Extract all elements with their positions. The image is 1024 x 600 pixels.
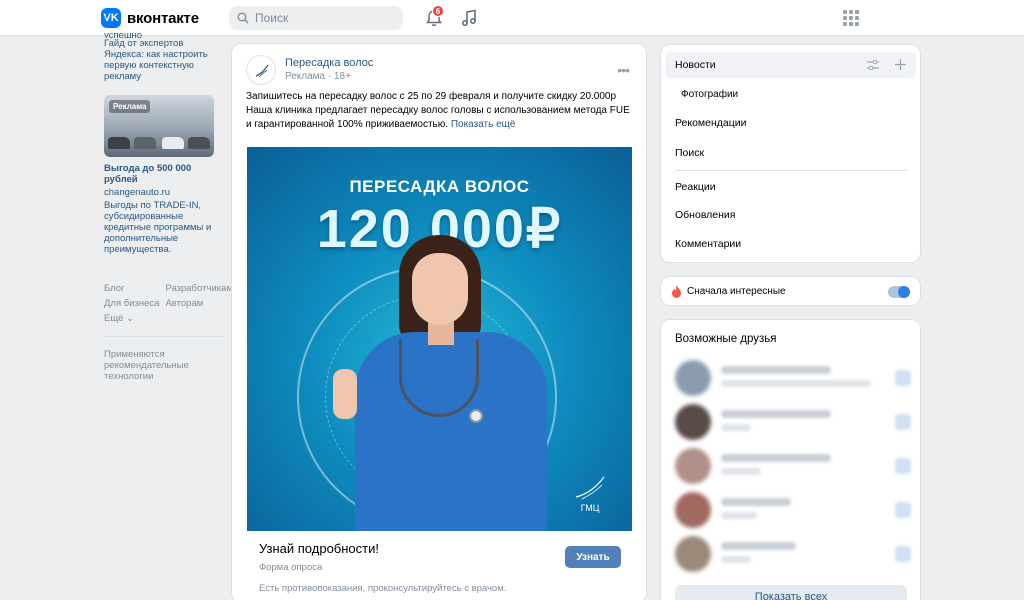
- friend-info-blurred: [721, 512, 757, 519]
- more-options-icon[interactable]: •••: [617, 62, 630, 78]
- doctor-face: [412, 253, 468, 325]
- clinic-logo: ГМЦ: [570, 475, 610, 513]
- avatar[interactable]: [675, 492, 711, 528]
- search-box[interactable]: [229, 6, 403, 30]
- friend-name-blurred: [721, 366, 831, 374]
- avatar[interactable]: [675, 448, 711, 484]
- show-all-button[interactable]: Показать всех: [675, 585, 907, 600]
- menu-divider: [675, 170, 907, 171]
- friend-suggestion[interactable]: [675, 358, 911, 398]
- promo-link-line[interactable]: первую контекстную: [104, 60, 224, 71]
- car-image: [188, 137, 210, 149]
- stethoscope: [399, 339, 479, 417]
- avatar[interactable]: [675, 360, 711, 396]
- filter-settings-icon[interactable]: [867, 59, 879, 73]
- car-image: [108, 137, 130, 149]
- vk-logo-text: вконтакте: [127, 9, 199, 27]
- search-input[interactable]: [255, 11, 385, 25]
- menu-item-search[interactable]: Поиск: [675, 147, 704, 159]
- learn-more-button[interactable]: Узнать: [565, 546, 621, 568]
- friend-suggestion[interactable]: [675, 490, 911, 530]
- friend-info-blurred: [721, 468, 761, 475]
- ad-title[interactable]: Выгода до 500 000 рублей: [104, 163, 224, 185]
- footer-links: Блог Разработчикам Для бизнеса Авторам Е…: [104, 283, 233, 324]
- image-title: ПЕРЕСАДКА ВОЛОС: [349, 177, 530, 196]
- promo-link-line[interactable]: Яндекса: как настроить: [104, 49, 224, 60]
- friend-suggestion[interactable]: [675, 446, 911, 486]
- footer-link-business[interactable]: Для бизнеса: [104, 298, 159, 309]
- menu-item-reactions[interactable]: Реакции: [675, 181, 716, 193]
- post-author-name[interactable]: Пересадка волос: [285, 57, 373, 69]
- vk-logo-icon: VK: [101, 8, 121, 28]
- friend-info-blurred: [721, 424, 751, 431]
- fire-icon: [672, 285, 681, 298]
- add-icon[interactable]: [895, 59, 906, 73]
- post-image[interactable]: ПЕРЕСАДКА ВОЛОС 120 000₽ ГМЦ: [247, 147, 632, 531]
- ad-image[interactable]: Реклама: [104, 95, 214, 157]
- post-body: Запишитесь на пересадку волос с 25 по 29…: [246, 91, 630, 130]
- friend-suggestion[interactable]: [675, 402, 911, 442]
- post-meta: Реклама · 18+: [285, 71, 351, 82]
- feed-menu: Новости Фотографии Рекомендации Поиск Ре…: [660, 44, 921, 263]
- menu-item-recommendations[interactable]: Рекомендации: [675, 117, 747, 129]
- divider: [104, 336, 224, 337]
- add-friend-icon[interactable]: [895, 502, 911, 518]
- friend-info-blurred: [721, 556, 751, 563]
- post-text: Запишитесь на пересадку волос с 25 по 29…: [246, 90, 638, 132]
- footer-link-more[interactable]: Ещё ⌄: [104, 313, 159, 324]
- menu-item-news[interactable]: Новости: [675, 59, 716, 71]
- friend-name-blurred: [721, 542, 796, 550]
- avatar[interactable]: [675, 536, 711, 572]
- stethoscope-head: [469, 409, 483, 423]
- disclaimer-note: Есть противопоказания, проконсультируйте…: [259, 583, 507, 594]
- ad-domain[interactable]: changenauto.ru: [104, 187, 224, 198]
- interesting-first-toggle-panel: Сначала интересные: [660, 276, 921, 306]
- menu-item-photos[interactable]: Фотографии: [681, 89, 738, 100]
- interesting-first-label: Сначала интересные: [687, 286, 786, 297]
- toggle-knob: [898, 286, 910, 298]
- friend-info-blurred: [721, 380, 871, 387]
- footer-link-developers[interactable]: Разработчикам: [165, 283, 232, 294]
- friend-name-blurred: [721, 410, 831, 418]
- promo-link-line[interactable]: Гайд от экспертов: [104, 38, 224, 49]
- promo-link-line[interactable]: рекламу: [104, 71, 224, 82]
- cta-title: Узнай подробности!: [259, 541, 379, 556]
- add-friend-icon[interactable]: [895, 458, 911, 474]
- search-icon: [237, 12, 249, 24]
- menu-item-comments[interactable]: Комментарии: [675, 238, 741, 250]
- cta-subtitle: Форма опроса: [259, 562, 323, 573]
- left-column: успешно Гайд от экспертов Яндекса: как н…: [104, 30, 233, 382]
- possible-friends-panel: Возможные друзья Показать всех: [660, 319, 921, 600]
- add-friend-icon[interactable]: [895, 370, 911, 386]
- menu-actions: [867, 59, 906, 73]
- ad-post: Пересадка волос Реклама · 18+ ••• Запиши…: [231, 43, 647, 600]
- friend-name-blurred: [721, 454, 831, 462]
- promo-link-tail[interactable]: успешно: [104, 30, 224, 38]
- footer-link-blog[interactable]: Блог: [104, 283, 159, 294]
- recommendation-note: Применяются рекомендательные технологии: [104, 349, 189, 382]
- add-friend-icon[interactable]: [895, 546, 911, 562]
- car-image: [134, 137, 156, 149]
- car-image: [162, 137, 184, 149]
- footer-link-authors[interactable]: Авторам: [165, 298, 232, 309]
- interesting-first-toggle[interactable]: [888, 286, 910, 298]
- menu-item-updates[interactable]: Обновления: [675, 209, 735, 221]
- notifications-badge: 6: [432, 5, 444, 17]
- friend-suggestion[interactable]: [675, 534, 911, 574]
- post-author-avatar[interactable]: [246, 55, 276, 85]
- music-icon[interactable]: [459, 8, 479, 28]
- friend-name-blurred: [721, 498, 791, 506]
- ad-tag: Реклама: [109, 100, 151, 113]
- vk-logo[interactable]: VK вконтакте: [101, 8, 199, 28]
- avatar[interactable]: [675, 404, 711, 440]
- apps-grid-icon[interactable]: [841, 8, 861, 28]
- show-more-link[interactable]: Показать ещё: [451, 119, 516, 130]
- add-friend-icon[interactable]: [895, 414, 911, 430]
- ad-description[interactable]: Выгоды по TRADE-IN, субсидированные кред…: [104, 200, 224, 255]
- thumbs-up-hand: [333, 369, 357, 419]
- clinic-logo-text: ГМЦ: [580, 503, 600, 513]
- possible-friends-title: Возможные друзья: [675, 333, 777, 345]
